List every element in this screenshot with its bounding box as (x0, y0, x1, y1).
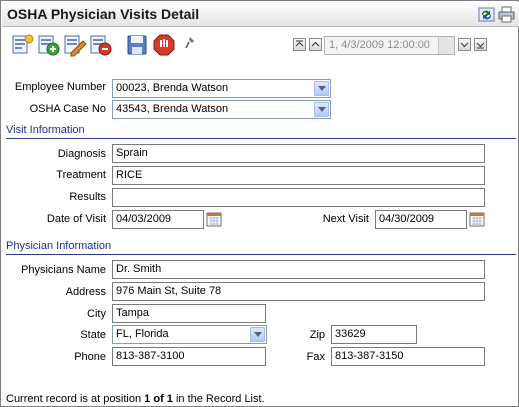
print-icon[interactable] (498, 6, 515, 23)
physician-name-label: Physicians Name (21, 264, 106, 276)
window-title: OSHA Physician Visits Detail (7, 6, 200, 22)
physician-section-header: Physician Information (6, 240, 516, 255)
chevron-down-icon (250, 327, 265, 342)
new-record-icon[interactable] (11, 33, 35, 57)
physician-section-title: Physician Information (6, 240, 112, 252)
title-bar: OSHA Physician Visits Detail (2, 2, 519, 27)
previous-record-button[interactable] (309, 38, 322, 51)
last-record-button[interactable] (474, 38, 487, 51)
edit-record-icon[interactable] (63, 33, 87, 57)
visit-section-header: Visit Information (6, 124, 516, 139)
record-selector-value: 1, 4/3/2009 12:00:00 (329, 39, 430, 51)
state-value: FL, Florida (116, 328, 169, 340)
phone-field[interactable]: 813-387-3100 (112, 347, 266, 366)
save-icon[interactable] (125, 33, 149, 57)
employee-number-select[interactable]: 00023, Brenda Watson (112, 79, 331, 98)
status-prefix: Current record is at position (6, 393, 145, 405)
treatment-field[interactable]: RICE (112, 166, 485, 185)
refresh-icon[interactable] (478, 6, 495, 23)
city-label: City (87, 308, 106, 320)
zip-label: Zip (309, 329, 325, 341)
stop-icon[interactable] (152, 33, 176, 57)
status-position: 1 of 1 (144, 393, 173, 405)
first-record-button[interactable] (293, 38, 306, 51)
fax-label: Fax (306, 351, 325, 363)
status-suffix: in the Record List. (172, 393, 265, 405)
date-of-visit-field[interactable]: 04/03/2009 (112, 210, 204, 229)
state-select[interactable]: FL, Florida (112, 325, 267, 344)
chevron-down-icon (314, 102, 329, 117)
chevron-down-icon (438, 37, 454, 54)
next-visit-field[interactable]: 04/30/2009 (375, 210, 467, 229)
calendar-icon[interactable] (469, 211, 485, 227)
record-selector[interactable]: 1, 4/3/2009 12:00:00 (324, 36, 455, 55)
next-visit-label: Next Visit (322, 213, 369, 225)
city-field[interactable]: Tampa (112, 304, 266, 323)
zip-field[interactable]: 33629 (331, 325, 417, 344)
pin-icon[interactable] (184, 33, 198, 57)
add-record-icon[interactable] (37, 33, 61, 57)
window: OSHA Physician Visits Detail 1, 4/3/2009… (0, 0, 519, 407)
chevron-down-icon (314, 81, 329, 96)
diagnosis-label: Diagnosis (57, 148, 106, 160)
record-status: Current record is at position 1 of 1 in … (6, 393, 265, 405)
state-label: State (80, 329, 106, 341)
address-label: Address (65, 286, 106, 298)
delete-record-icon[interactable] (89, 33, 113, 57)
physician-name-field[interactable]: Dr. Smith (112, 260, 485, 279)
results-label: Results (69, 191, 106, 203)
osha-case-label: OSHA Case No (29, 103, 106, 115)
osha-case-select[interactable]: 43543, Brenda Watson (112, 100, 331, 119)
visit-section-title: Visit Information (6, 124, 85, 136)
results-field[interactable] (112, 188, 485, 207)
address-field[interactable]: 976 Main St, Suite 78 (112, 282, 485, 301)
next-record-button[interactable] (458, 38, 471, 51)
calendar-icon[interactable] (206, 211, 222, 227)
osha-case-value: 43543, Brenda Watson (116, 103, 229, 115)
treatment-label: Treatment (56, 169, 106, 181)
date-of-visit-label: Date of Visit (46, 213, 106, 225)
phone-label: Phone (74, 351, 106, 363)
diagnosis-field[interactable]: Sprain (112, 144, 485, 163)
employee-number-label: Employee Number (14, 81, 106, 93)
employee-number-value: 00023, Brenda Watson (116, 82, 229, 94)
fax-field[interactable]: 813-387-3150 (331, 347, 485, 366)
